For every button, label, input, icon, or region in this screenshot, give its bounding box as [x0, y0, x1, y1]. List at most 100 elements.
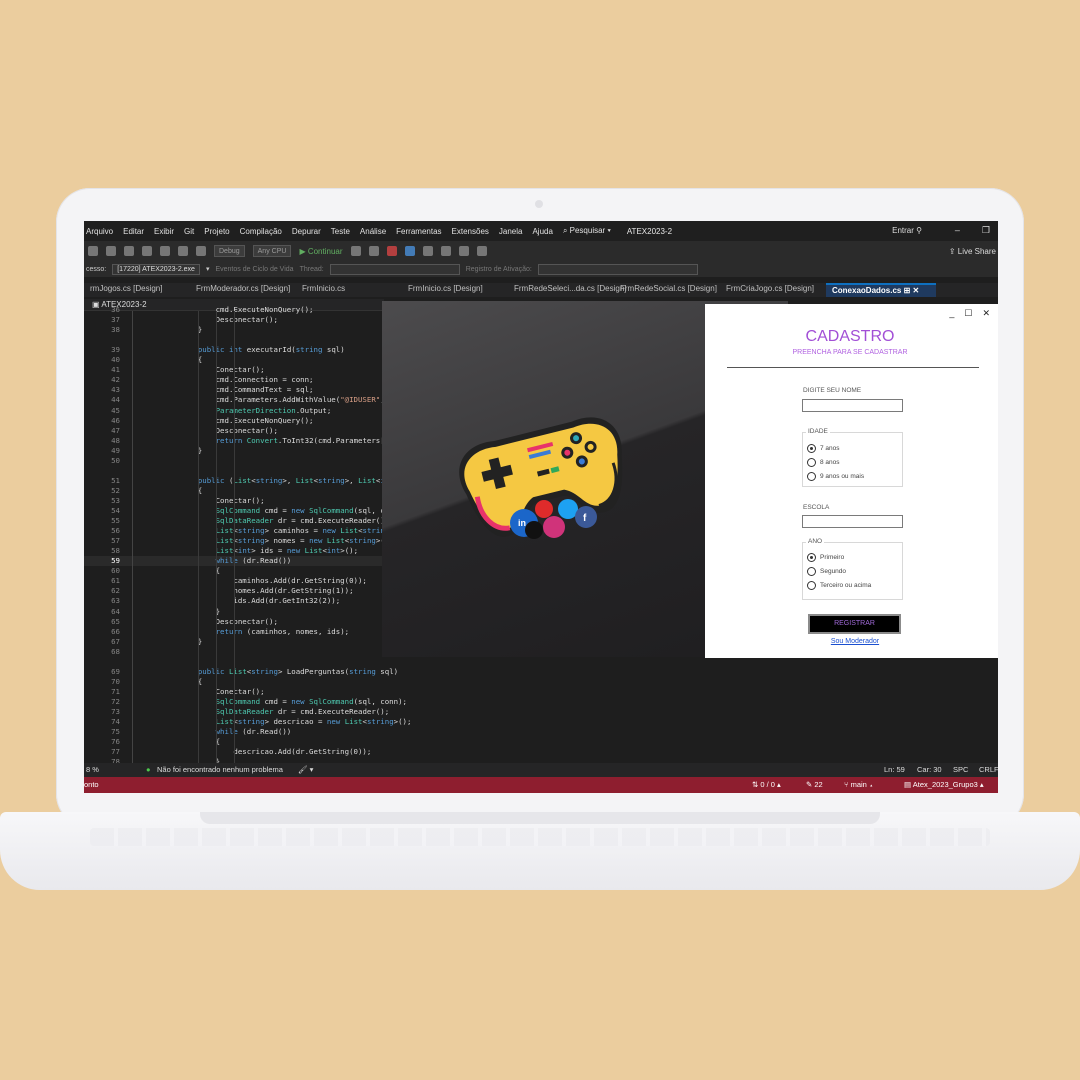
branch-selector[interactable]: ⑂ main ▴ — [844, 777, 873, 793]
bookmark-icon[interactable] — [458, 246, 469, 256]
age-option-9plus[interactable]: 9 anos ou mais — [807, 472, 864, 481]
code-line[interactable]: 72 SqlCommand cmd = new SqlCommand(sql, … — [84, 697, 998, 707]
line-number: 59 — [111, 556, 120, 566]
problems-status[interactable]: Não foi encontrado nenhum problema — [157, 763, 283, 777]
step-over-icon[interactable] — [422, 246, 433, 256]
code-text: SqlDataReader dr = cmd.ExecuteReader(); — [215, 516, 390, 526]
tab-frminicio-design[interactable]: FrmInicio.cs [Design] — [402, 283, 508, 297]
pause-icon[interactable] — [368, 246, 379, 256]
whitespace-mode[interactable]: SPC — [953, 763, 968, 777]
pin-icon[interactable]: ⊞ — [904, 286, 911, 295]
minimize-icon[interactable]: – — [955, 225, 960, 236]
code-text: cmd.Connection = conn; — [180, 375, 314, 385]
name-input[interactable] — [802, 399, 903, 412]
year-option-third[interactable]: Terceiro ou acima — [807, 581, 871, 590]
line-ending[interactable]: CRLF — [979, 763, 998, 777]
moderator-link[interactable]: Sou Moderador — [805, 638, 905, 645]
code-line[interactable] — [84, 657, 998, 667]
menu-editar[interactable]: Editar — [123, 227, 144, 236]
form-window-controls: _ ☐ ✕ — [949, 308, 990, 319]
year-option-first[interactable]: Primeiro — [807, 553, 844, 562]
menu-teste[interactable]: Teste — [331, 227, 350, 236]
close-tab-icon[interactable]: ✕ — [913, 286, 920, 295]
thread-select[interactable] — [329, 263, 460, 275]
step-into-icon[interactable] — [440, 246, 451, 256]
year-option-second[interactable]: Segundo — [807, 567, 846, 576]
process-dropdown-icon[interactable]: ▾ — [206, 265, 210, 273]
restore-icon[interactable]: ❐ — [982, 225, 990, 236]
platform-select[interactable]: Any CPU — [252, 245, 292, 257]
pending-edits[interactable]: ✎ 22 — [806, 777, 823, 793]
line-number: 77 — [111, 747, 120, 757]
hot-reload-icon[interactable] — [350, 246, 361, 256]
age-group-label: IDADE — [806, 428, 830, 435]
column-number[interactable]: Car: 30 — [917, 763, 942, 777]
menu-extensoes[interactable]: Extensões — [452, 227, 489, 236]
save-all-icon[interactable] — [160, 246, 170, 256]
bookmark-next-icon[interactable] — [476, 246, 487, 256]
tab-frmredeselecionada-design[interactable]: FrmRedeSeleci...da.cs [Design] — [508, 283, 627, 297]
code-line[interactable]: 74 List<string> descricao = new List<str… — [84, 717, 998, 727]
line-number[interactable]: Ln: 59 — [884, 763, 905, 777]
tab-frmredesocial-design[interactable]: FrmRedeSocial.cs [Design] — [614, 283, 720, 297]
stop-icon[interactable] — [386, 246, 397, 256]
code-line[interactable]: 71 Conectar(); — [84, 687, 998, 697]
code-line[interactable]: 77 descricao.Add(dr.GetString(0)); — [84, 747, 998, 757]
age-option-8[interactable]: 8 anos — [807, 458, 840, 467]
save-icon[interactable] — [142, 246, 152, 256]
school-input[interactable] — [802, 515, 903, 528]
zoom-level[interactable]: 8 % — [86, 763, 99, 777]
age-option-7[interactable]: 7 anos — [807, 444, 840, 453]
menu-analise[interactable]: Análise — [360, 227, 386, 236]
search-box[interactable]: ⌕ Pesquisar ▾ — [563, 226, 611, 236]
menu-arquivo[interactable]: Arquivo — [86, 227, 113, 236]
cleanup-icon[interactable]: 🖌 ▾ — [298, 763, 313, 777]
menu-depurar[interactable]: Depurar — [292, 227, 321, 236]
continue-button[interactable]: ▶ Continuar — [299, 247, 342, 256]
code-text: List<int> ids = new List<int>(); — [215, 546, 359, 556]
code-line[interactable]: 76 { — [84, 737, 998, 747]
signin-button[interactable]: Entrar ⚲ — [892, 226, 922, 235]
repo-selector[interactable]: ▤ Atex_2023_Grupo3 ▴ — [904, 777, 984, 793]
register-button[interactable]: REGISTRAR — [808, 614, 901, 634]
activation-log-select[interactable] — [537, 263, 698, 275]
menu-projeto[interactable]: Projeto — [204, 227, 229, 236]
tab-frmcriajogo-design[interactable]: FrmCriaJogo.cs [Design] — [720, 283, 826, 297]
tab-frmmoderador-design[interactable]: FrmModerador.cs [Design] — [190, 283, 296, 297]
form-minimize-icon[interactable]: _ — [949, 308, 954, 319]
form-close-icon[interactable]: ✕ — [982, 308, 990, 319]
new-item-icon[interactable] — [106, 246, 116, 256]
code-line[interactable]: 70 { — [84, 677, 998, 687]
menu-janela[interactable]: Janela — [499, 227, 523, 236]
radio-icon — [807, 472, 816, 481]
undo-icon[interactable] — [178, 246, 188, 256]
line-number: 41 — [111, 365, 120, 375]
code-line[interactable]: 75 while (dr.Read()) — [84, 727, 998, 737]
code-line[interactable]: 73 SqlDataReader dr = cmd.ExecuteReader(… — [84, 707, 998, 717]
vs-status-bar: onto ⇅ 0 / 0 ▴ ✎ 22 ⑂ main ▴ ▤ Atex_2023… — [84, 777, 998, 793]
menu-ferramentas[interactable]: Ferramentas — [396, 227, 441, 236]
live-share-button[interactable]: ⇪ Live Share — [949, 247, 996, 256]
menu-compilacao[interactable]: Compilação — [240, 227, 282, 236]
lifecycle-events[interactable]: Eventos de Ciclo de Vida — [215, 266, 293, 273]
code-line[interactable]: 69 public List<string> LoadPerguntas(str… — [84, 667, 998, 677]
process-select[interactable]: [17220] ATEX2023-2.exe — [112, 263, 200, 275]
pending-edits-count: 22 — [814, 780, 823, 789]
form-maximize-icon[interactable]: ☐ — [964, 308, 972, 319]
code-text: Conectar(); — [180, 686, 265, 696]
menu-exibir[interactable]: Exibir — [154, 227, 174, 236]
open-icon[interactable] — [124, 246, 134, 256]
line-number: 54 — [111, 506, 120, 515]
git-changes[interactable]: ⇅ 0 / 0 ▴ — [752, 777, 781, 793]
menu-ajuda[interactable]: Ajuda — [532, 227, 552, 236]
tab-conexaodados[interactable]: ConexaoDados.cs ⊞ ✕ — [826, 283, 936, 297]
restart-icon[interactable] — [404, 246, 415, 256]
redo-icon[interactable] — [196, 246, 206, 256]
menu-git[interactable]: Git — [184, 227, 194, 236]
config-select[interactable]: Debug — [214, 245, 245, 257]
tab-frmjogos-design[interactable]: rmJogos.cs [Design] — [84, 283, 190, 297]
code-text: { — [180, 566, 221, 576]
back-icon[interactable] — [88, 246, 98, 256]
tab-frminicio[interactable]: FrmInicio.cs — [296, 283, 402, 297]
line-number: 72 — [111, 696, 120, 706]
